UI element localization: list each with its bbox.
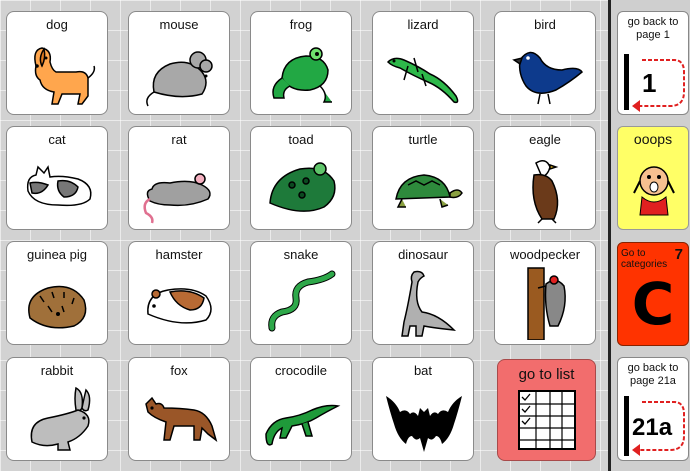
dinosaur-icon [384,266,464,340]
cell-label: rat [171,132,187,147]
cell-label: turtle [408,132,438,147]
cell-crocodile[interactable]: crocodile [250,357,352,461]
cell-cat[interactable]: cat [6,126,108,230]
frog-icon [262,36,342,110]
page-badge: 21a [632,414,673,441]
guinea-pig-icon [18,266,98,340]
list-table-icon [518,390,576,450]
go-to-list-label: go to list [518,366,575,383]
cell-woodpecker[interactable]: woodpecker [494,241,596,345]
woodpecker-icon [506,266,586,341]
dog-icon [18,36,98,110]
cell-dinosaur[interactable]: dinosaur [372,241,474,345]
bird-icon [506,36,586,110]
cell-fox[interactable]: fox [128,357,230,461]
eagle-icon [506,151,586,225]
cell-label: mouse [159,17,199,32]
crocodile-icon [262,382,342,456]
cell-rat[interactable]: rat [128,126,230,230]
mouse-icon [140,36,220,110]
cell-turtle[interactable]: turtle [372,126,474,230]
cell-eagle[interactable]: eagle [494,126,596,230]
cell-label: snake [283,247,319,262]
cell-label: eagle [529,132,561,147]
cell-bird[interactable]: bird [494,11,596,115]
go-back-label: go back to page 21a [627,362,679,387]
go-to-categories-button[interactable]: Go to categories 7 C [617,242,689,346]
sidebar-divider [608,0,611,471]
rat-icon [140,151,220,225]
cell-label: hamster [155,247,203,262]
categories-letter: C [631,270,675,338]
cell-label: bat [413,363,433,378]
page-badge: 1 [642,68,657,98]
cell-label: toad [288,132,314,147]
toad-icon [262,151,342,225]
cell-label: crocodile [274,363,328,378]
cell-label: dinosaur [398,247,448,262]
categories-number: 7 [674,246,683,263]
cell-dog[interactable]: dog [6,11,108,115]
cell-label: guinea pig [27,247,87,262]
lizard-icon [384,36,464,110]
go-back-page-1-button[interactable]: go back to page 1 1 [617,11,689,115]
rabbit-icon [18,382,98,456]
cat-icon [18,151,98,225]
cell-guinea-pig[interactable]: guinea pig [6,241,108,345]
cell-snake[interactable]: snake [250,241,352,345]
cell-label: lizard [407,17,439,32]
cell-lizard[interactable]: lizard [372,11,474,115]
cell-rabbit[interactable]: rabbit [6,357,108,461]
bat-icon [384,382,464,456]
go-back-page-21a-button[interactable]: go back to page 21a 21a [617,357,689,461]
cell-label: frog [289,17,313,32]
cell-toad[interactable]: toad [250,126,352,230]
cell-frog[interactable]: frog [250,11,352,115]
cell-label: cat [48,132,66,147]
go-to-list-button[interactable]: go to list [497,359,596,461]
cell-label: woodpecker [509,247,581,262]
cell-mouse[interactable]: mouse [128,11,230,115]
cell-label: dog [46,17,68,32]
surprised-face-icon [633,166,675,216]
turtle-icon [384,151,464,225]
snake-icon [262,266,342,340]
ooops-label: ooops [633,131,673,147]
fox-icon [140,382,220,456]
cell-label: fox [170,363,188,378]
ooops-button[interactable]: ooops [617,126,689,230]
cell-label: bird [534,17,556,32]
cell-bat[interactable]: bat [372,357,474,461]
hamster-icon [140,266,220,340]
go-back-label: go back to page 1 [627,16,679,41]
cell-label: rabbit [40,363,74,378]
cell-hamster[interactable]: hamster [128,241,230,345]
